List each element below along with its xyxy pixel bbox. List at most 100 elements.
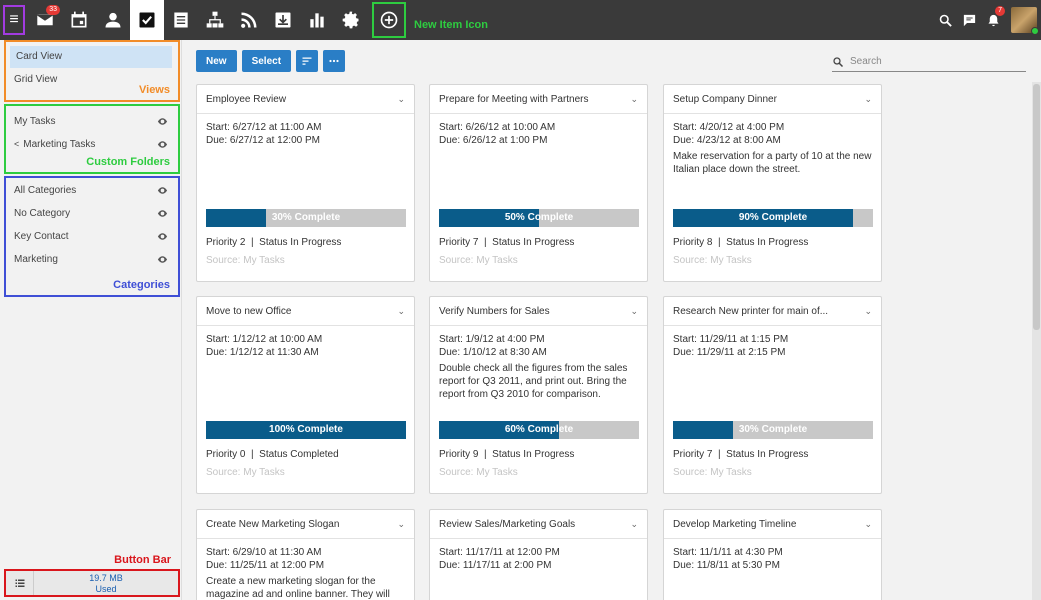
reports-button[interactable] [300,0,334,40]
mail-button[interactable]: 33 [28,0,62,40]
card-priority: Priority 9 [439,449,479,460]
task-card[interactable]: Review Sales/Marketing Goals ⌄ Start: 11/… [429,509,648,600]
person-icon [105,12,121,28]
vertical-scrollbar[interactable] [1032,82,1041,600]
scrollbar-thumb[interactable] [1033,84,1040,330]
card-status: Status In Progress [492,237,575,248]
chevron-down-icon[interactable]: ⌄ [864,519,872,530]
card-start: Start: 1/9/12 at 4:00 PM [439,334,545,345]
card-body: Start: 11/17/11 at 12:00 PM Due: 11/17/1… [430,539,647,572]
eye-icon[interactable] [157,248,168,271]
view-card[interactable]: Card View [10,46,172,68]
chevron-down-icon[interactable]: ⌄ [397,306,405,317]
card-description: Create a new marketing slogan for the ma… [206,576,390,600]
avatar[interactable] [1011,7,1039,35]
card-header: Research New printer for main of... ⌄ [664,297,881,326]
card-due: Due: 11/29/11 at 2:15 PM [673,347,786,358]
folder-marketing-tasks[interactable]: < Marketing Tasks [6,133,178,156]
progress-bar: 90% Complete [673,209,873,227]
menu-button[interactable]: ≡ [0,0,28,40]
task-card[interactable]: Develop Marketing Timeline ⌄ Start: 11/1/… [663,509,882,600]
eye-icon[interactable] [157,202,168,225]
task-card[interactable]: Move to new Office ⌄ Start: 1/12/12 at 10… [196,296,415,494]
card-priority: Priority 0 [206,449,246,460]
card-meta: Priority 9 | Status In Progress [439,449,575,460]
eye-icon[interactable] [157,225,168,248]
more-button[interactable] [323,50,346,72]
select-button[interactable]: Select [241,50,292,72]
search-icon [939,14,952,27]
card-start: Start: 6/26/12 at 10:00 AM [439,122,556,133]
search-button[interactable] [933,0,957,40]
chevron-down-icon[interactable]: ⌄ [630,519,638,530]
eye-icon[interactable] [157,179,168,202]
card-header: Move to new Office ⌄ [197,297,414,326]
card-body: Start: 6/26/12 at 10:00 AM Due: 6/26/12 … [430,114,647,147]
calendar-button[interactable] [62,0,96,40]
button-bar: 19.7 MB Used [4,569,180,597]
card-start: Start: 6/27/12 at 11:00 AM [206,122,322,133]
card-status: Status In Progress [259,237,342,248]
search-icon [833,56,844,67]
card-priority: Priority 8 [673,237,713,248]
card-status: Status In Progress [726,237,809,248]
category-none[interactable]: No Category [6,202,178,225]
category-key-contact[interactable]: Key Contact [6,225,178,248]
notifications-button[interactable]: 7 [981,0,1005,40]
card-meta: Priority 7 | Status In Progress [439,237,575,248]
download-button[interactable] [266,0,300,40]
more-dots-icon [329,59,339,63]
contacts-button[interactable] [96,0,130,40]
sort-button[interactable] [296,50,319,72]
plus-circle-icon [380,11,398,29]
search-input[interactable] [850,56,1020,67]
eye-icon[interactable] [157,110,168,133]
notes-button[interactable] [164,0,198,40]
org-chart-button[interactable] [198,0,232,40]
card-title: Employee Review [206,93,287,105]
hamburger-icon: ≡ [3,5,25,35]
task-card[interactable]: Create New Marketing Slogan ⌄ Start: 6/29… [196,509,415,600]
card-description: Make reservation for a party of 10 at th… [673,151,872,175]
views-group: Card View Grid View Views [4,40,180,102]
task-card[interactable]: Setup Company Dinner ⌄ Start: 4/20/12 at … [663,84,882,282]
folder-my-tasks[interactable]: My Tasks [6,110,178,133]
sidebar: Card View Grid View Views My Tasks < Mark… [0,40,182,600]
tasks-button[interactable] [130,0,164,40]
card-due: Due: 6/27/12 at 12:00 PM [206,135,320,146]
task-card[interactable]: Verify Numbers for Sales ⌄ Start: 1/9/12 … [429,296,648,494]
card-body: Start: 6/27/12 at 11:00 AM Due: 6/27/12 … [197,114,414,147]
settings-button[interactable] [334,0,368,40]
category-marketing[interactable]: Marketing [6,248,178,271]
task-card[interactable]: Employee Review ⌄ Start: 6/27/12 at 11:00… [196,84,415,282]
feeds-button[interactable] [232,0,266,40]
category-label: Key Contact [14,231,69,242]
task-card[interactable]: Research New printer for main of... ⌄ Sta… [663,296,882,494]
new-item-button[interactable] [372,2,406,38]
card-start: Start: 11/1/11 at 4:30 PM [673,547,783,558]
eye-icon[interactable] [157,133,168,156]
task-card[interactable]: Prepare for Meeting with Partners ⌄ Start… [429,84,648,282]
chevron-down-icon[interactable]: ⌄ [397,94,405,105]
progress-label: 30% Complete [738,424,808,435]
new-button[interactable]: New [196,50,237,72]
chevron-down-icon[interactable]: ⌄ [630,306,638,317]
calendar-icon [71,11,87,28]
card-source: Source: My Tasks [439,467,518,478]
chevron-down-icon[interactable]: ⌄ [397,519,405,530]
categories-group: All Categories No Category Key Contact M… [4,176,180,297]
chevron-down-icon[interactable]: ⌄ [864,306,872,317]
progress-bar: 30% Complete [206,209,406,227]
share-icon: < [14,139,20,149]
category-all[interactable]: All Categories [6,179,178,202]
card-priority: Priority 7 [439,237,479,248]
card-due: Due: 1/12/12 at 11:30 AM [206,347,319,358]
list-button[interactable] [6,571,34,595]
checkbox-icon [139,12,155,28]
views-annotation: Views [139,84,170,96]
chevron-down-icon[interactable]: ⌄ [864,94,872,105]
chevron-down-icon[interactable]: ⌄ [630,94,638,105]
card-description: Double check all the figures from the sa… [439,363,628,400]
card-priority: Priority 7 [673,449,713,460]
chat-button[interactable] [957,0,981,40]
